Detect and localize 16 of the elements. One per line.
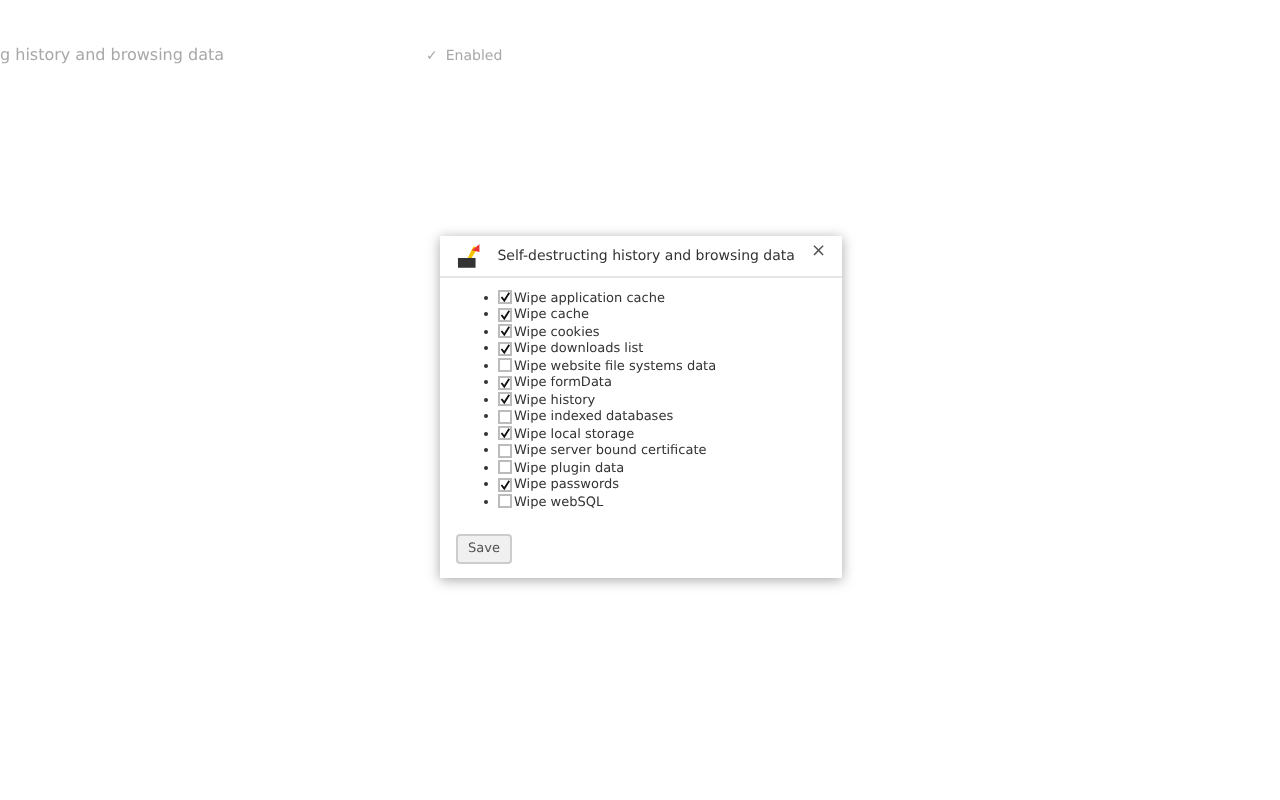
checkbox[interactable] — [498, 307, 512, 322]
checkbox[interactable] — [498, 290, 512, 305]
checkbox[interactable] — [498, 409, 512, 424]
checkbox[interactable] — [498, 426, 512, 441]
checkbox[interactable] — [498, 443, 512, 458]
close-button[interactable]: × — [810, 244, 826, 262]
checkbox[interactable] — [498, 392, 512, 407]
broom-icon — [456, 244, 482, 270]
checkbox[interactable] — [498, 341, 512, 356]
extension-title: g history and browsing data — [0, 44, 225, 68]
checkbox[interactable] — [498, 324, 512, 339]
checkbox[interactable] — [498, 375, 512, 390]
checkbox[interactable] — [498, 494, 512, 509]
checkbox[interactable] — [498, 358, 512, 373]
checkbox[interactable] — [498, 477, 512, 492]
checkbox[interactable] — [498, 460, 512, 475]
